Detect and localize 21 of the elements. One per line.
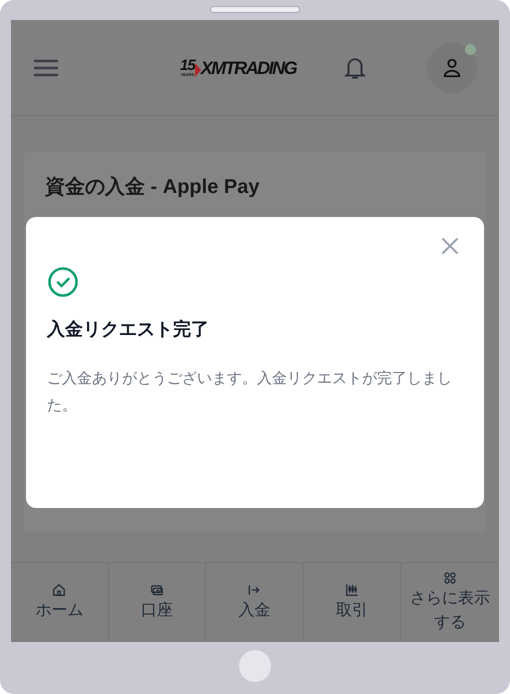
close-icon[interactable]	[441, 237, 459, 255]
wallet-icon	[150, 582, 164, 596]
check-circle-icon	[47, 266, 79, 298]
nav-tab[interactable]: 取引	[304, 563, 402, 642]
menu-icon[interactable]	[33, 58, 59, 78]
nav-tab[interactable]: ホーム	[11, 563, 109, 642]
logo-brand: XMTRADING	[200, 59, 296, 77]
home-icon	[52, 582, 66, 596]
candlestick-icon	[345, 582, 360, 596]
logo-number: 15	[180, 58, 195, 73]
dialog-message: ご入金ありがとうございます。入金リクエストが完了しました。	[47, 369, 453, 416]
nav-tab[interactable]: 入金	[206, 563, 304, 642]
nav-tab[interactable]: さらに表示する	[401, 563, 499, 642]
arrow-right-icon	[247, 582, 262, 596]
nav-tab[interactable]: 口座	[108, 563, 206, 642]
grid-icon	[443, 570, 458, 584]
user-icon	[441, 56, 463, 78]
page-title: 資金の入金 - Apple Pay	[45, 176, 260, 198]
dialog-title: 入金リクエスト完了	[47, 318, 210, 341]
logo-arrow-icon	[194, 63, 201, 77]
profile-button[interactable]	[427, 42, 477, 92]
